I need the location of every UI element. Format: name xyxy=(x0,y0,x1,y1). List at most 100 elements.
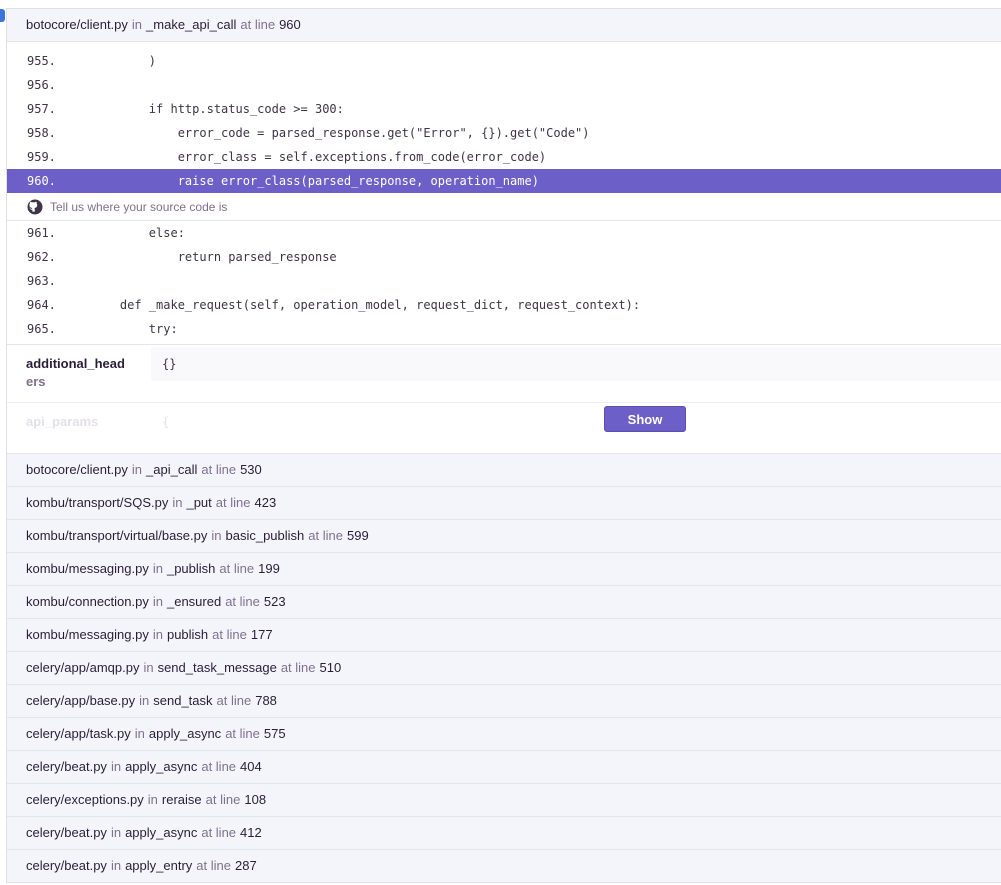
frame-filename: kombu/messaging.py xyxy=(26,627,149,642)
frame-at-line-label: at line xyxy=(201,462,237,477)
frame-row[interactable]: kombu/messaging.py in publish at line 177 xyxy=(7,618,1001,651)
variable-key: api_params xyxy=(26,412,132,453)
frame-at-line-label: at line xyxy=(216,693,252,708)
frame-row[interactable]: kombu/messaging.py in _publish at line 199 xyxy=(7,552,1001,585)
line-code: raise error_class(parsed_response, opera… xyxy=(91,174,539,188)
frame-in-label: in xyxy=(134,726,145,741)
frame-filename: celery/beat.py xyxy=(26,759,107,774)
frame-function: basic_publish xyxy=(225,528,305,543)
frame-function: _make_api_call xyxy=(146,17,237,32)
frame-row[interactable]: celery/exceptions.py in reraise at line 108 xyxy=(7,783,1001,816)
code-line: 959. error_class = self.exceptions.from_… xyxy=(7,145,1001,169)
frame-function: send_task xyxy=(153,693,213,708)
line-number: 962. xyxy=(27,250,56,264)
frame-filename: celery/app/amqp.py xyxy=(26,660,140,675)
line-code: def _make_request(self, operation_model,… xyxy=(91,298,641,312)
stacktrace: botocore/client.py in _make_api_call at lin… xyxy=(6,8,1001,883)
line-number: 965. xyxy=(27,322,56,336)
line-code: return parsed_response xyxy=(91,250,337,264)
frame-marker xyxy=(0,9,5,22)
frame-in-label: in xyxy=(110,825,122,840)
code-line: 961. else: xyxy=(7,221,1001,245)
frame-at-line-label: at line xyxy=(219,561,255,576)
frame-filename: kombu/connection.py xyxy=(26,594,149,609)
line-code: else: xyxy=(91,226,185,240)
frame-in-label: in xyxy=(211,528,222,543)
frame-function: _ensured xyxy=(166,594,222,609)
show-more-button[interactable]: Show More xyxy=(604,406,686,451)
frame-in-label: in xyxy=(110,858,122,873)
code-line: 957. if http.status_code >= 300: xyxy=(7,97,1001,121)
frame-in-label: in xyxy=(152,594,163,609)
frame-row[interactable]: celery/beat.py in apply_async at line 404 xyxy=(7,750,1001,783)
line-number: 963. xyxy=(27,274,56,288)
frame-at-line-label: at line xyxy=(196,858,231,873)
code-line: 956. xyxy=(7,73,1001,97)
frame-function: apply_async xyxy=(125,759,198,774)
frame-row[interactable]: kombu/transport/virtual/base.py in basic_p… xyxy=(7,519,1001,552)
frame-row[interactable]: celery/app/base.py in send_task at line 788 xyxy=(7,684,1001,717)
variable-row: additional_headers {} xyxy=(7,345,1001,403)
frame-line-number: 523 xyxy=(263,594,286,609)
frame-line-number: 788 xyxy=(255,693,277,708)
code-context: 955. ) 956. 957. if http.status_code >= … xyxy=(7,42,1001,341)
active-frame-header[interactable]: botocore/client.py in _make_api_call at lin… xyxy=(7,9,1001,42)
variable-value: { xyxy=(151,405,1001,439)
frame-function: _api_call xyxy=(146,462,198,477)
frame-at-line-label: at line xyxy=(205,792,241,807)
frame-line-number: 404 xyxy=(240,759,262,774)
frame-line-number: 423 xyxy=(254,495,277,510)
line-number: 959. xyxy=(27,150,56,164)
line-number: 955. xyxy=(27,54,56,68)
frame-function: apply_async xyxy=(148,726,222,741)
line-code: ) xyxy=(91,54,157,68)
frame-in-label: in xyxy=(147,792,158,807)
frame-in-label: in xyxy=(139,693,150,708)
frame-in-label: in xyxy=(131,462,143,477)
line-number: 961. xyxy=(27,226,56,240)
frame-at-line-label: at line xyxy=(308,528,343,543)
frame-at-line-label: at line xyxy=(225,594,260,609)
frame-at-line-label: at line xyxy=(280,660,316,675)
frame-at-line-label: at line xyxy=(225,726,260,741)
source-code-hint[interactable]: Tell us where your source code is xyxy=(7,193,1001,221)
frame-at-line-label: at line xyxy=(201,759,237,774)
frame-line-number: 530 xyxy=(240,462,262,477)
code-line: 965. try: xyxy=(7,317,1001,341)
frame-row[interactable]: celery/beat.py in apply_entry at line 287 xyxy=(7,849,1001,882)
frame-in-label: in xyxy=(131,17,143,32)
line-code: try: xyxy=(91,322,178,336)
frame-row[interactable]: celery/beat.py in apply_async at line 412 xyxy=(7,816,1001,849)
frame-row[interactable]: botocore/client.py in _api_call at line 530 xyxy=(7,453,1001,486)
frame-list: botocore/client.py in _api_call at line 530 k… xyxy=(7,453,1001,882)
code-line-active: 960. raise error_class(parsed_response, … xyxy=(7,169,1001,193)
variable-key-rest: ers xyxy=(26,374,46,389)
line-number: 958. xyxy=(27,126,56,140)
frame-filename: celery/app/base.py xyxy=(26,693,136,708)
line-code: if http.status_code >= 300: xyxy=(91,102,344,116)
frame-filename: kombu/transport/virtual/base.py xyxy=(26,528,208,543)
frame-row[interactable]: celery/app/amqp.py in send_task_message at … xyxy=(7,651,1001,684)
frame-row[interactable]: kombu/transport/SQS.py in _put at line 423 xyxy=(7,486,1001,519)
line-number: 956. xyxy=(27,78,56,92)
code-line: 958. error_code = parsed_response.get("E… xyxy=(7,121,1001,145)
frame-function: send_task_message xyxy=(157,660,277,675)
frame-filename: botocore/client.py xyxy=(26,17,128,32)
frame-in-label: in xyxy=(172,495,183,510)
frame-row[interactable]: kombu/connection.py in _ensured at line 523 xyxy=(7,585,1001,618)
code-line: 955. ) xyxy=(7,49,1001,73)
frame-row[interactable]: celery/app/task.py in apply_async at line 57… xyxy=(7,717,1001,750)
frame-filename: celery/beat.py xyxy=(26,858,107,873)
frame-line-number: 177 xyxy=(250,627,273,642)
frame-line-number: 412 xyxy=(240,825,262,840)
line-number: 964. xyxy=(27,298,56,312)
frame-filename: kombu/messaging.py xyxy=(26,561,149,576)
frame-line-number: 108 xyxy=(244,792,267,807)
line-code: error_code = parsed_response.get("Error"… xyxy=(91,126,590,140)
line-code: error_class = self.exceptions.from_code(… xyxy=(91,150,547,164)
variable-key-main: additional_head xyxy=(26,356,125,371)
frame-function: apply_entry xyxy=(125,858,193,873)
frame-at-line-label: at line xyxy=(201,825,237,840)
frame-in-label: in xyxy=(152,561,163,576)
frame-function: reraise xyxy=(161,792,202,807)
